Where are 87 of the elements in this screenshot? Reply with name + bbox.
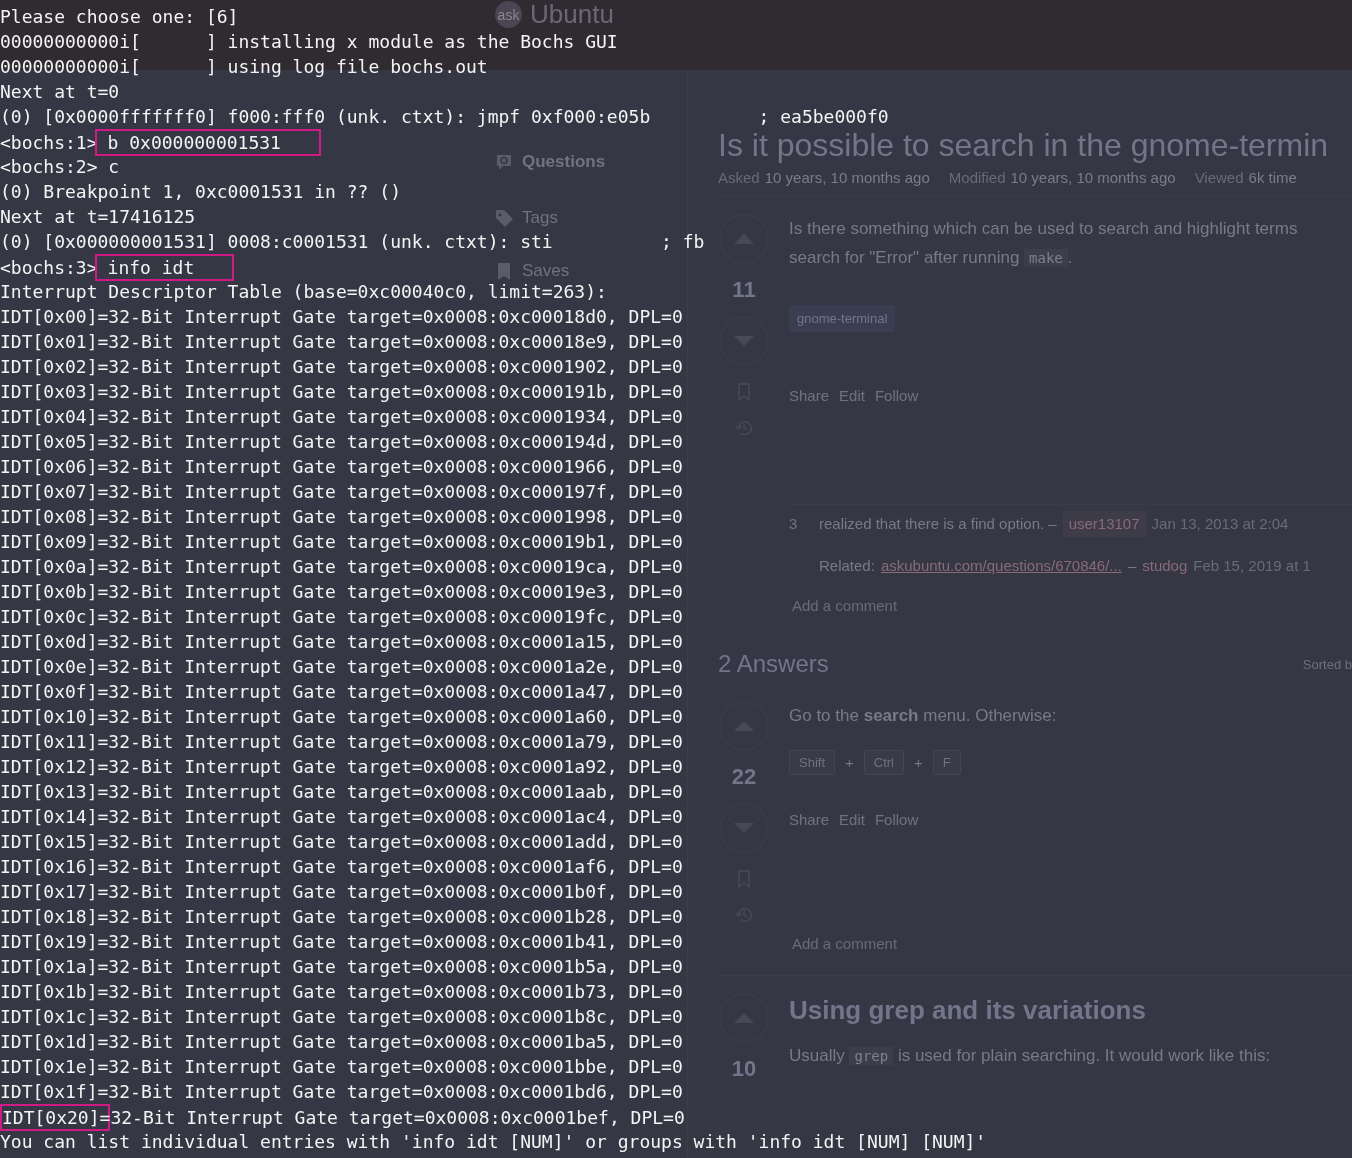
terminal-line: IDT[0x07]=32-Bit Interrupt Gate target=0x0008:0xc000197f, DPL=0: [0, 480, 683, 504]
keyboard-key: Ctrl: [863, 750, 904, 775]
terminal-line: Next at t=0: [0, 80, 120, 104]
terminal-line: IDT[0x0e]=32-Bit Interrupt Gate target=0x0008:0xc0001a2e, DPL=0: [0, 655, 683, 679]
highlighted-text: b 0x000000001531: [94, 129, 321, 156]
terminal-line: IDT[0x1e]=32-Bit Interrupt Gate target=0x0008:0xc0001bbe, DPL=0: [0, 1055, 683, 1079]
answers-heading: 2 Answers: [718, 650, 829, 678]
keyboard-key: Shift: [789, 750, 835, 775]
site-name[interactable]: Ubuntu: [530, 1, 614, 28]
terminal-line: IDT[0x16]=32-Bit Interrupt Gate target=0x0008:0xc0001af6, DPL=0: [0, 855, 683, 879]
terminal-line: IDT[0x10]=32-Bit Interrupt Gate target=0x0008:0xc0001a60, DPL=0: [0, 705, 683, 729]
key-separator: +: [914, 754, 923, 771]
terminal-line: IDT[0x1f]=32-Bit Interrupt Gate target=0x0008:0xc0001bd6, DPL=0: [0, 1080, 683, 1104]
terminal-line: <bochs:2> c: [0, 155, 120, 179]
terminal-line: IDT[0x09]=32-Bit Interrupt Gate target=0x0008:0xc00019b1, DPL=0: [0, 530, 683, 554]
terminal-line: (0) [0x0000fffffff0] f000:fff0 (unk. ctxt): jmpf 0xf000:e05b: [0, 106, 651, 127]
terminal-line: IDT[0x19]=32-Bit Interrupt Gate target=0x0008:0xc0001b41, DPL=0: [0, 930, 683, 954]
terminal-line: Please choose one: [6]: [0, 5, 239, 29]
terminal-line: IDT[0x02]=32-Bit Interrupt Gate target=0x0008:0xc0001902, DPL=0: [0, 355, 683, 379]
comment-dash: –: [1127, 556, 1137, 576]
question-text: search for "Error" after running make .: [789, 247, 1074, 269]
answer-text: Usually grep is used for plain searching. It would work like this:: [789, 1045, 1272, 1067]
terminal-line: 00000000000i[ ] installing x module as the Bochs GUI: [0, 30, 618, 54]
terminal-line: IDT[0x01]=32-Bit Interrupt Gate target=0x0008:0xc00018e9, DPL=0: [0, 330, 683, 354]
tag-chip[interactable]: gnome-terminal: [789, 305, 896, 332]
comment-text: Related:: [819, 556, 875, 576]
sidebar-item[interactable]: Saves: [522, 261, 570, 281]
answer-text: Go to the search menu. Otherwise:: [789, 705, 1058, 727]
speech-bubble-icon: [494, 152, 514, 172]
terminal-line: IDT[0x0a]=32-Bit Interrupt Gate target=0x0008:0xc00019ca, DPL=0: [0, 555, 683, 579]
terminal-line: IDT[0x1c]=32-Bit Interrupt Gate target=0x0008:0xc0001b8c, DPL=0: [0, 1005, 683, 1029]
disassembly-bytes: ; ea5be000f0: [758, 106, 889, 127]
post-action-link[interactable]: Follow: [874, 387, 919, 404]
tag-icon: [494, 208, 514, 228]
sidebar-item[interactable]: Questions: [522, 152, 606, 172]
terminal-line: IDT[0x12]=32-Bit Interrupt Gate target=0x0008:0xc0001a92, DPL=0: [0, 755, 683, 779]
terminal-line: IDT[0x04]=32-Bit Interrupt Gate target=0x0008:0xc0001934, DPL=0: [0, 405, 683, 429]
vote-count: 10: [731, 1055, 757, 1083]
terminal-line: IDT[0x00]=32-Bit Interrupt Gate target=0x0008:0xc00018d0, DPL=0: [0, 305, 683, 329]
meta-value: 10 years, 10 months ago: [764, 168, 930, 188]
question-title[interactable]: Is it possible to search in the gnome-termin: [718, 128, 1352, 162]
terminal-line: Interrupt Descriptor Table (base=0xc00040c0, limit=263):: [0, 280, 607, 304]
sidebar-item[interactable]: Tags: [522, 208, 558, 228]
key-separator: +: [845, 754, 854, 771]
meta-value: 6k time: [1248, 168, 1297, 188]
terminal-line: IDT[0x06]=32-Bit Interrupt Gate target=0x0008:0xc0001966, DPL=0: [0, 455, 683, 479]
terminal-line: IDT[0x0c]=32-Bit Interrupt Gate target=0x0008:0xc00019fc, DPL=0: [0, 605, 683, 629]
vote-count: 22: [731, 763, 757, 791]
comment-score: 3: [789, 514, 799, 534]
comment-text: realized that there is a find option. –: [819, 514, 1057, 534]
sort-label: Sorted b: [1302, 656, 1352, 672]
comment-link[interactable]: askubuntu.com/questions/670846/...: [880, 553, 1122, 579]
highlighted-text: info idt: [94, 254, 235, 281]
terminal-line: IDT[0x05]=32-Bit Interrupt Gate target=0x0008:0xc000194d, DPL=0: [0, 430, 683, 454]
terminal-line: IDT[0x13]=32-Bit Interrupt Gate target=0x0008:0xc0001aab, DPL=0: [0, 780, 683, 804]
comment-user[interactable]: studog: [1142, 553, 1188, 579]
terminal-line: You can list individual entries with 'info idt [NUM]' or groups with 'info idt [NUM] [NUM]': [0, 1130, 987, 1154]
post-action-link[interactable]: Follow: [874, 811, 919, 828]
post-action-link[interactable]: Edit: [839, 387, 865, 404]
terminal-line: IDT[0x0b]=32-Bit Interrupt Gate target=0x0008:0xc00019e3, DPL=0: [0, 580, 683, 604]
terminal-line: IDT[0x08]=32-Bit Interrupt Gate target=0x0008:0xc0001998, DPL=0: [0, 505, 683, 529]
terminal-line: IDT[0x1b]=32-Bit Interrupt Gate target=0x0008:0xc0001b73, DPL=0: [0, 980, 683, 1004]
post-action-link[interactable]: Share: [789, 811, 830, 828]
question-text: Is there something which can be used to search and highlight terms: [789, 218, 1299, 240]
logo-icon[interactable]: ask: [495, 1, 522, 28]
terminal-line: IDT[0x14]=32-Bit Interrupt Gate target=0x0008:0xc0001ac4, DPL=0: [0, 805, 683, 829]
vote-count: 11: [732, 276, 756, 304]
terminal-line: IDT[0x18]=32-Bit Interrupt Gate target=0x0008:0xc0001b28, DPL=0: [0, 905, 683, 929]
terminal-line: 00000000000i[ ] using log file bochs.out: [0, 55, 488, 79]
disassembly-bytes: ; fb: [661, 231, 705, 252]
terminal-line: IDT[0x17]=32-Bit Interrupt Gate target=0x0008:0xc0001b0f, DPL=0: [0, 880, 683, 904]
terminal-line: IDT[0x15]=32-Bit Interrupt Gate target=0x0008:0xc0001add, DPL=0: [0, 830, 683, 854]
meta-value: 10 years, 10 months ago: [1010, 168, 1176, 188]
terminal-line: IDT[0x0f]=32-Bit Interrupt Gate target=0x0008:0xc0001a47, DPL=0: [0, 680, 683, 704]
post-action-link[interactable]: Share: [789, 387, 830, 404]
answer-heading: Using grep and its variations: [789, 994, 1147, 1027]
terminal-line: (0) Breakpoint 1, 0xc0001531 in ?? (): [0, 180, 401, 204]
terminal-line: IDT[0x1d]=32-Bit Interrupt Gate target=0x0008:0xc0001ba5, DPL=0: [0, 1030, 683, 1054]
terminal-line: IDT[0x03]=32-Bit Interrupt Gate target=0x0008:0xc000191b, DPL=0: [0, 380, 683, 404]
terminal-line: IDT[0x11]=32-Bit Interrupt Gate target=0x0008:0xc0001a79, DPL=0: [0, 730, 683, 754]
terminal-line: IDT[0x1a]=32-Bit Interrupt Gate target=0x0008:0xc0001b5a, DPL=0: [0, 955, 683, 979]
post-action-link[interactable]: Edit: [839, 811, 865, 828]
terminal-line: Next at t=17416125: [0, 205, 196, 229]
terminal-line: (0) [0x000000001531] 0008:c0001531 (unk. ctxt): sti: [0, 231, 553, 252]
comment-user[interactable]: user13107: [1062, 511, 1146, 537]
terminal-line: IDT[0x0d]=32-Bit Interrupt Gate target=0x0008:0xc0001a15, DPL=0: [0, 630, 683, 654]
keyboard-key: F: [932, 750, 961, 775]
